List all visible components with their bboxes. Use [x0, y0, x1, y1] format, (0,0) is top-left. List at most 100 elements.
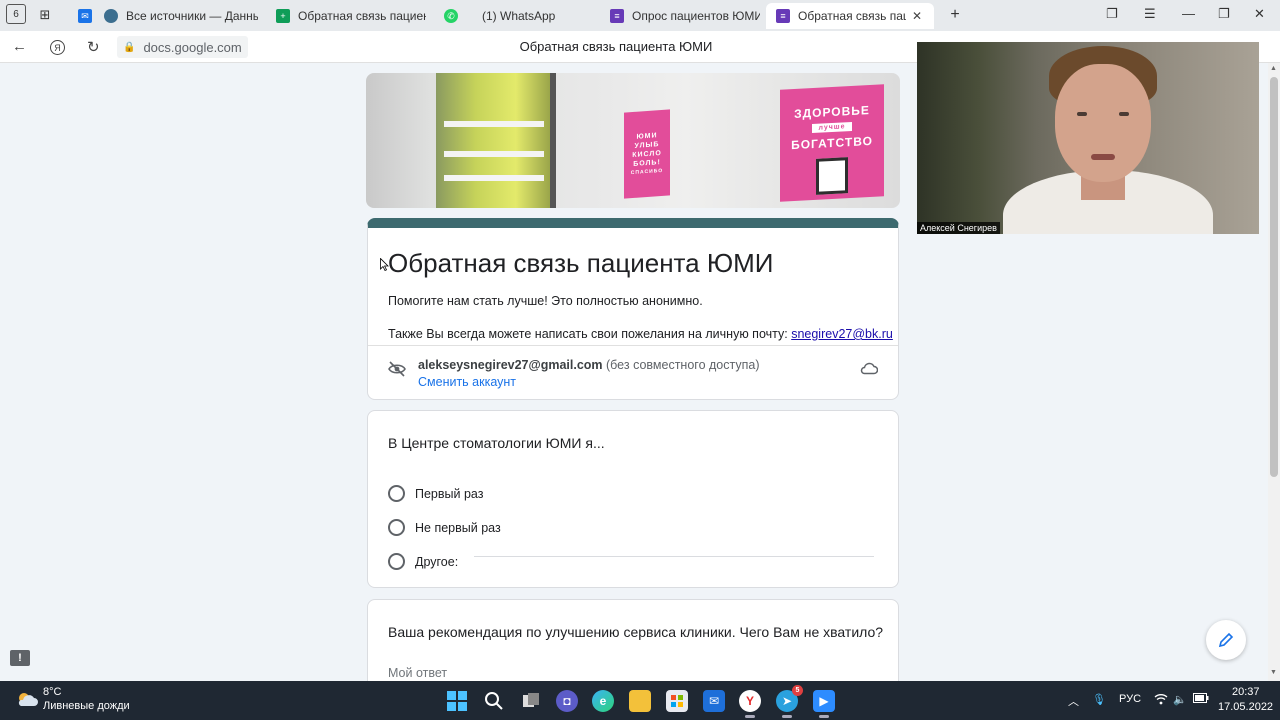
telegram-badge: 5	[792, 685, 803, 696]
tab-label: Обратная связь пациента	[798, 9, 906, 23]
page-scrollbar[interactable]: ▲ ▼	[1268, 63, 1280, 681]
question-card-visit: В Центре стоматологии ЮМИ я... Первый ра…	[367, 410, 899, 588]
option-label: Не первый раз	[415, 520, 501, 535]
scroll-up-icon[interactable]: ▲	[1270, 65, 1277, 72]
zoom-icon[interactable]: ▶	[813, 690, 835, 718]
tab-whatsapp[interactable]: ✆ (1) WhatsApp	[444, 3, 594, 29]
poster-line: КИСЛО	[632, 149, 662, 160]
other-text-input[interactable]	[474, 556, 874, 557]
poster-line: лучше	[812, 121, 852, 134]
option-other[interactable]: Другое:	[388, 553, 458, 570]
windows-start-icon[interactable]	[446, 690, 468, 712]
option-not-first-time[interactable]: Не первый раз	[388, 519, 501, 536]
scroll-down-icon[interactable]: ▼	[1270, 669, 1277, 676]
tab-feedback-form[interactable]: ≡ Обратная связь пациента ✕	[766, 3, 934, 29]
participant-eye	[1119, 112, 1129, 116]
form-title: Обратная связь пациента ЮМИ	[388, 248, 774, 278]
close-tab-icon[interactable]: ✕	[912, 9, 922, 23]
participant-name: Алексей Снегирев	[917, 222, 1000, 234]
volume-icon[interactable]: 🔈	[1173, 693, 1187, 706]
poster-clipboard	[816, 157, 848, 195]
poster-line: БОГАТСТВО	[791, 133, 873, 153]
sheets-favicon-icon: +	[276, 9, 290, 23]
clock-date[interactable]: 17.05.2022	[1218, 701, 1273, 713]
task-view-icon[interactable]	[520, 690, 542, 712]
form-description: Помогите нам стать лучше! Это полностью …	[388, 294, 703, 308]
microphone-icon[interactable]: 🎙	[1092, 693, 1106, 706]
contact-text: Также Вы всегда можете написать свои пож…	[388, 327, 792, 341]
account-note: (без совместного доступа)	[606, 358, 760, 372]
option-label: Первый раз	[415, 486, 484, 501]
restore-icon[interactable]: ❐	[1218, 6, 1230, 22]
yandex-browser-icon[interactable]: Y	[739, 690, 761, 718]
chat-icon[interactable]: ◘	[556, 690, 578, 712]
tab-feedback-sheet[interactable]: + Обратная связь пациента	[276, 3, 426, 29]
answer-input[interactable]: Мой ответ	[388, 666, 447, 680]
clock-time[interactable]: 20:37	[1232, 686, 1260, 698]
tab-all-sources[interactable]: ✉ Все источники — Данные	[78, 3, 258, 29]
question-title: В Центре стоматологии ЮМИ я...	[388, 435, 605, 451]
mouse-cursor	[380, 257, 389, 274]
weather-rain-icon[interactable]	[16, 691, 38, 709]
edit-pencil-button[interactable]	[1206, 620, 1246, 660]
file-explorer-icon[interactable]	[629, 690, 651, 712]
collections-icon[interactable]: ❐	[1106, 6, 1118, 22]
poster-line: ЮМИ	[636, 132, 658, 141]
tab-label: Все источники — Данные	[126, 9, 258, 23]
account-email: alekseysnegirev27@gmail.com	[418, 358, 603, 372]
poster-line: СПАСИБО	[630, 167, 664, 177]
contact-email-link[interactable]: snegirev27@bk.ru	[791, 327, 893, 341]
eye-off-icon	[388, 361, 406, 382]
home-icon[interactable]: 6	[6, 4, 26, 24]
participant-mouth	[1091, 154, 1115, 160]
forms-favicon-icon: ≡	[776, 9, 790, 23]
poster-line: УЛЫБ	[634, 141, 660, 150]
divider	[368, 345, 898, 346]
question-title: Ваша рекомендация по улучшению сервиса к…	[388, 624, 884, 640]
radio-button[interactable]	[388, 553, 405, 570]
edge-browser-icon[interactable]: e	[592, 690, 614, 712]
poster-small: ЮМИ УЛЫБ КИСЛО БОЛЬ! СПАСИБО	[624, 109, 670, 199]
weather-temperature: 8°C	[43, 686, 62, 698]
scrollbar-thumb[interactable]	[1270, 77, 1278, 477]
form-header-card: Обратная связь пациента ЮМИ Помогите нам…	[367, 218, 899, 400]
menu-icon[interactable]: ☰	[1144, 6, 1156, 22]
report-feedback-icon[interactable]: !	[10, 650, 30, 666]
participant-face	[1055, 64, 1151, 182]
search-icon[interactable]	[483, 690, 505, 712]
minimize-icon[interactable]: —	[1182, 6, 1195, 21]
whatsapp-favicon-icon: ✆	[444, 9, 458, 23]
poster-line: БОЛЬ!	[633, 159, 661, 168]
tray-chevron-icon[interactable]: ︿	[1068, 693, 1079, 709]
add-folder-icon[interactable]: ⊞	[34, 4, 56, 26]
radio-button[interactable]	[388, 519, 405, 536]
header-banner-image: ЮМИ УЛЫБ КИСЛО БОЛЬ! СПАСИБО ЗДОРОВЬЕ лу…	[366, 73, 900, 208]
video-call-overlay: Алексей Снегирев	[917, 42, 1259, 234]
option-label: Другое:	[415, 554, 459, 569]
switch-account-link[interactable]: Сменить аккаунт	[418, 375, 516, 389]
wifi-icon[interactable]	[1154, 693, 1168, 708]
app-favicon-icon	[104, 9, 118, 23]
account-email-line: alekseysnegirev27@gmail.com (без совмест…	[418, 358, 760, 372]
windows-taskbar: 8°C Ливневые дожди ◘ e ✉ Y ➤ 5 ▶ ︿ 🎙 РУС …	[0, 681, 1280, 720]
mail-icon[interactable]: ✉	[703, 690, 725, 712]
tab-patient-survey[interactable]: ≡ Опрос пациентов ЮМИ	[610, 3, 760, 29]
weather-description: Ливневые дожди	[43, 700, 130, 712]
browser-tab-strip: 6 ⊞ ✉ Все источники — Данные + Обратная …	[0, 0, 1280, 31]
store-icon[interactable]	[666, 690, 688, 712]
keyboard-language[interactable]: РУС	[1119, 693, 1141, 705]
telegram-icon[interactable]: ➤ 5	[776, 685, 803, 718]
poster-line: ЗДОРОВЬЕ	[794, 103, 870, 121]
new-tab-button[interactable]: +	[944, 4, 966, 26]
tab-label: Опрос пациентов ЮМИ	[632, 9, 760, 23]
display-cabinet	[436, 73, 556, 208]
battery-icon[interactable]	[1193, 693, 1209, 706]
tab-label: (1) WhatsApp	[482, 9, 556, 23]
mail-favicon-icon: ✉	[78, 9, 92, 23]
participant-eye	[1077, 112, 1087, 116]
radio-button[interactable]	[388, 485, 405, 502]
close-window-icon[interactable]: ✕	[1254, 6, 1265, 22]
option-first-time[interactable]: Первый раз	[388, 485, 483, 502]
tab-label: Обратная связь пациента	[298, 9, 426, 23]
forms-favicon-icon: ≡	[610, 9, 624, 23]
